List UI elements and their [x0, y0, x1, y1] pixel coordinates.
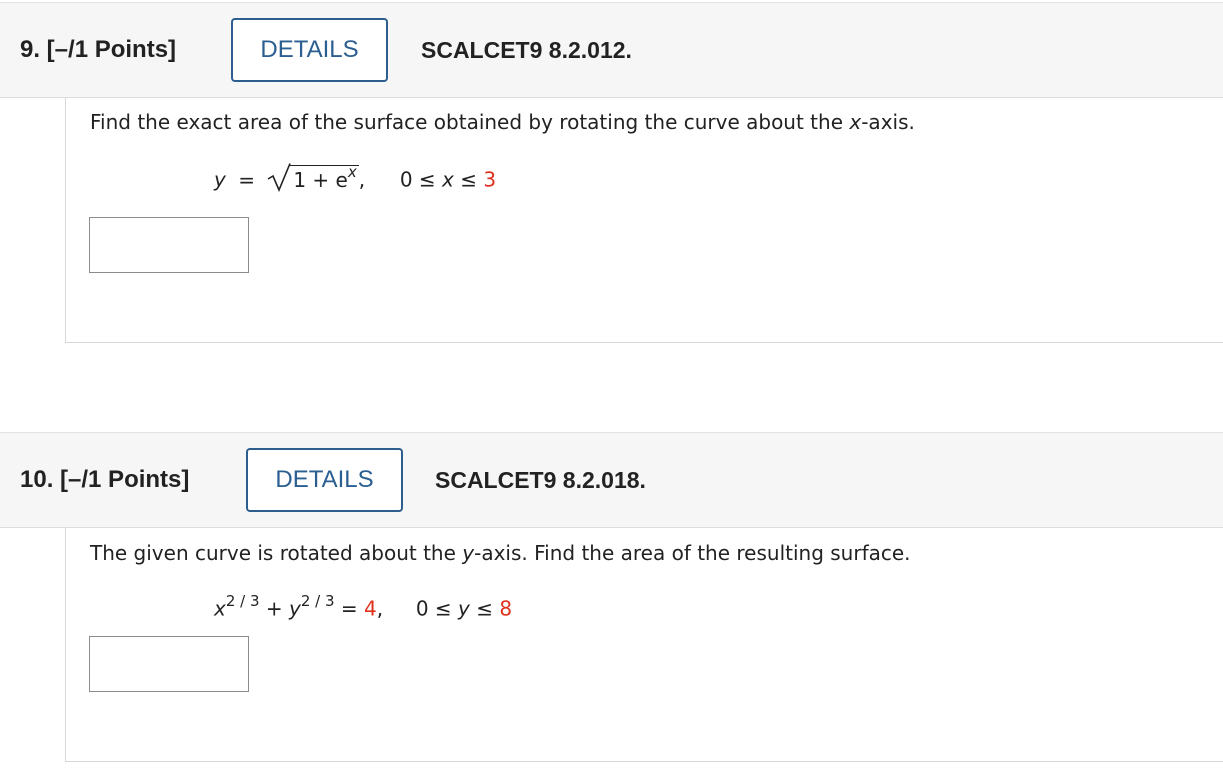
eq10-comma: ,: [376, 596, 384, 621]
eq10-range-mid: ≤: [469, 596, 500, 621]
question-10-prompt-pre: The given curve is rotated about the: [90, 541, 463, 565]
eq9-range-max: 3: [483, 167, 497, 192]
eq9-sqrt: 1 + ex: [267, 163, 359, 192]
eq10-x-var: x: [214, 596, 226, 621]
eq10-rhs: 4: [364, 596, 377, 621]
eq9-equals: =: [238, 167, 255, 192]
sqrt-radical-icon: [267, 163, 292, 192]
eq9-range-var: x: [442, 167, 454, 192]
eq10-equals: =: [334, 596, 365, 621]
question-9-title: 9. [–/1 Points]: [20, 36, 177, 63]
eq10-y-var: y: [289, 596, 301, 621]
question-9-answer-input[interactable]: [89, 217, 249, 273]
question-10-code: SCALCET9 8.2.018.: [435, 467, 646, 493]
eq10-range-max: 8: [499, 596, 513, 621]
eq10-y-exp: 2 / 3: [300, 592, 335, 610]
question-10-equation: x2 / 3 + y2 / 3 = 4, 0 ≤ y ≤ 8: [214, 592, 513, 621]
question-9-prompt: Find the exact area of the surface obtai…: [90, 110, 915, 134]
question-10-title: 10. [–/1 Points]: [20, 466, 190, 493]
eq9-lhs-var: y: [214, 167, 226, 192]
question-10-prompt-var: y: [462, 541, 475, 565]
eq9-exp: x: [347, 163, 357, 181]
eq10-x-exp: 2 / 3: [225, 592, 260, 610]
question-9-details-button[interactable]: DETAILS: [231, 18, 388, 82]
question-9-equation: y = 1 + ex , 0 ≤ x ≤ 3: [214, 163, 497, 192]
question-10-prompt-post: -axis. Find the area of the resulting su…: [474, 541, 911, 565]
eq9-range-pre: 0 ≤: [399, 167, 443, 192]
question-9-prompt-pre: Find the exact area of the surface obtai…: [90, 110, 850, 134]
question-10-answer-input[interactable]: [89, 636, 249, 692]
question-10-prompt: The given curve is rotated about the y-a…: [90, 541, 911, 565]
eq10-plus: +: [259, 596, 290, 621]
question-9-prompt-post: -axis.: [861, 110, 915, 134]
question-10-details-button[interactable]: DETAILS: [246, 448, 403, 512]
eq9-range-mid: ≤: [453, 167, 484, 192]
question-9-code: SCALCET9 8.2.012.: [421, 37, 632, 63]
eq10-range-pre: 0 ≤: [415, 596, 459, 621]
question-9-prompt-var: x: [849, 110, 862, 134]
eq9-radicand: 1 + e: [293, 167, 348, 192]
eq10-range-var: y: [458, 596, 470, 621]
eq9-comma: ,: [358, 167, 366, 192]
